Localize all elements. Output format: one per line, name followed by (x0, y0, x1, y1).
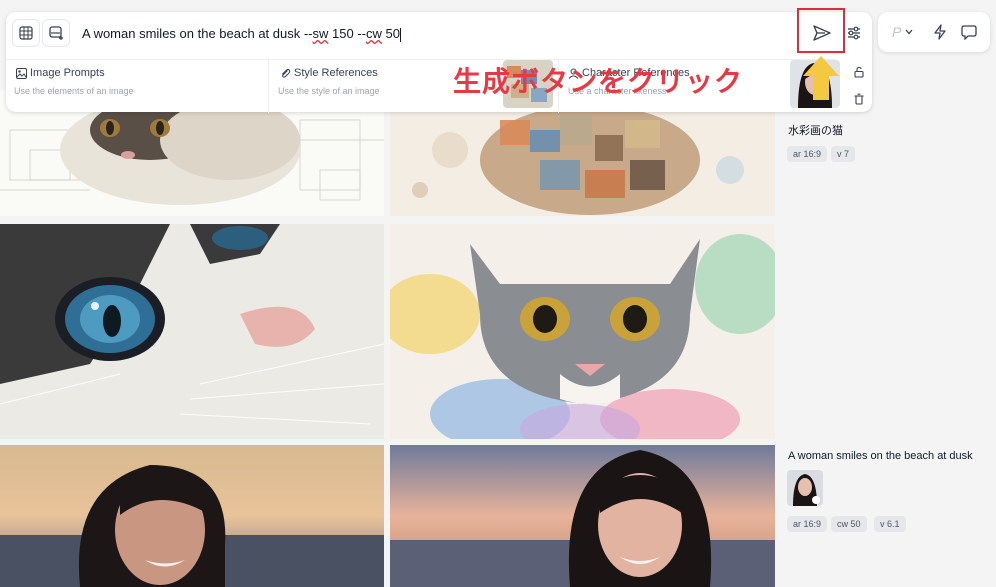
chat-bubble-icon (961, 25, 977, 40)
prompt-input[interactable]: A woman smiles on the beach at dusk --sw… (82, 22, 782, 46)
prompt-text: A woman smiles on the beach at dusk -- (82, 26, 313, 41)
style-references-subtitle: Use the style of an image (278, 86, 380, 96)
add-image-button[interactable] (42, 19, 70, 47)
lock-button[interactable] (848, 62, 870, 82)
chevron-down-icon (905, 29, 913, 35)
history-thumbnail[interactable] (787, 470, 823, 506)
image-prompts-title: Image Prompts (30, 67, 105, 79)
personalize-label: P (892, 24, 902, 40)
sw-parameter: sw (312, 26, 329, 41)
cat-watercolor-illustration (390, 224, 775, 439)
image-woman-beach-1[interactable] (0, 445, 384, 587)
speed-button[interactable] (930, 22, 950, 42)
cw-parameter: cw (365, 26, 382, 41)
image-woman-beach-2[interactable] (390, 445, 775, 587)
sliders-icon (848, 26, 860, 40)
chip-version[interactable]: v 7 (831, 146, 856, 162)
image-prompts-section[interactable]: Image Prompts Use the elements of an ima… (6, 59, 269, 113)
chip-version[interactable]: v 6.1 (874, 516, 906, 532)
style-references-title: Style References (294, 67, 378, 79)
image-prompts-subtitle: Use the elements of an image (14, 86, 134, 96)
image-icon (16, 68, 27, 79)
image-cat-eye[interactable] (0, 224, 384, 439)
portrait-thumbnail (787, 470, 823, 506)
chip-aspect-ratio[interactable]: ar 16:9 (787, 516, 828, 532)
paperclip-icon (281, 68, 291, 78)
cw-value: 50 (381, 26, 400, 41)
grid-toggle-button[interactable] (12, 19, 40, 47)
text-cursor (399, 27, 401, 42)
lightning-icon (934, 24, 946, 40)
add-image-icon (49, 26, 63, 40)
history-title-1[interactable]: 水彩画の猫 (788, 122, 843, 138)
right-toolbar: P (878, 12, 990, 52)
unlock-icon (854, 66, 864, 78)
settings-button[interactable] (842, 20, 866, 46)
arrow-up-icon (803, 56, 839, 100)
image-cat-watercolor[interactable] (390, 224, 775, 439)
grid-icon (19, 26, 33, 40)
delete-button[interactable] (848, 89, 870, 109)
sw-value: 150 -- (328, 26, 366, 41)
chat-button[interactable] (959, 22, 979, 42)
annotation-callout: 生成ボタンをクリック (453, 66, 744, 97)
chip-aspect-ratio[interactable]: ar 16:9 (787, 146, 828, 162)
history-title-2[interactable]: A woman smiles on the beach at dusk (788, 450, 973, 462)
send-button-highlight (797, 8, 845, 53)
woman-beach-photo-2 (390, 445, 775, 587)
chip-character-weight[interactable]: cw 50 (831, 516, 867, 532)
personalize-dropdown[interactable]: P (892, 22, 913, 42)
cat-eye-illustration (0, 224, 384, 439)
woman-beach-photo-1 (0, 445, 384, 587)
trash-icon (854, 93, 864, 105)
